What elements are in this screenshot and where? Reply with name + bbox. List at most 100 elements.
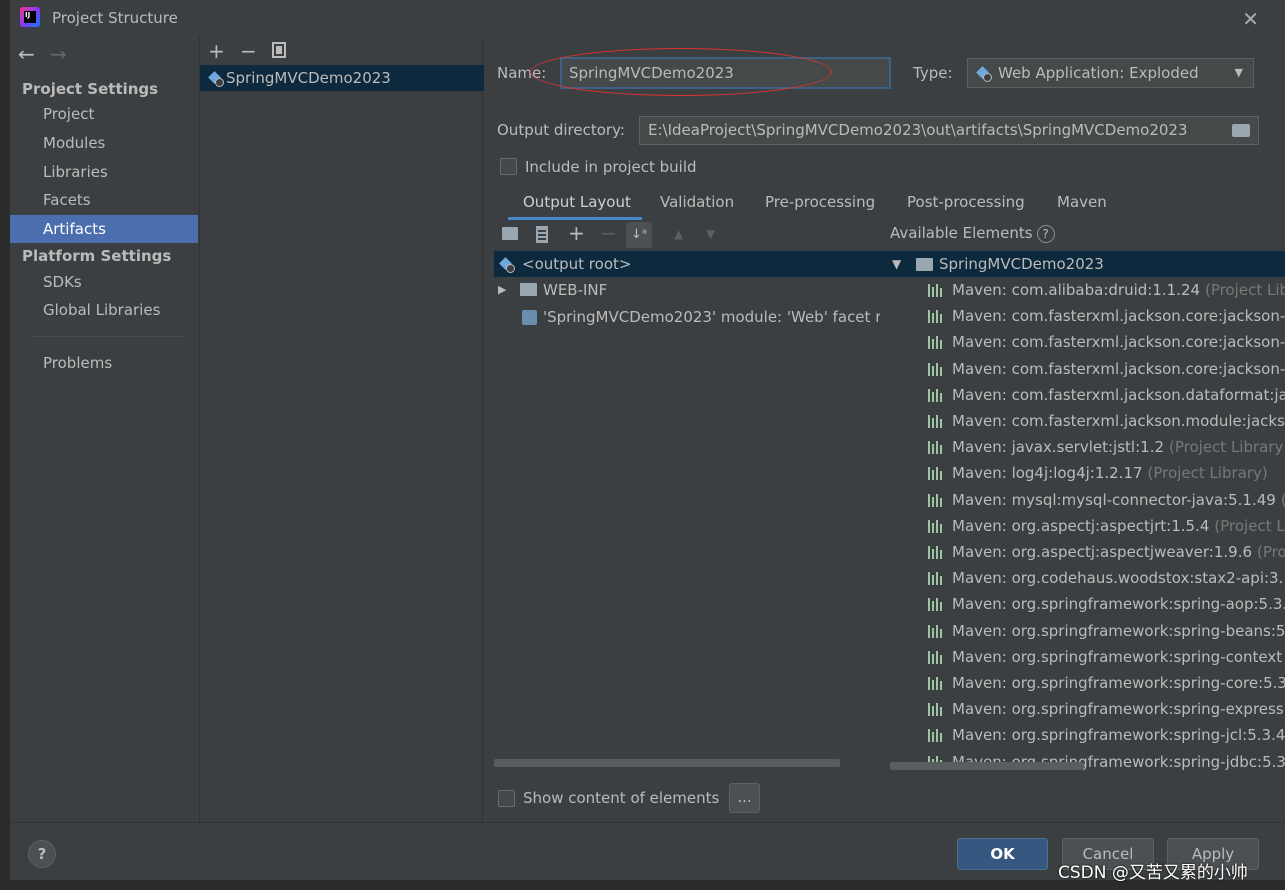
library-name: Maven: com.fasterxml.jackson.core:jackso… — [952, 307, 1285, 326]
library-icon — [928, 441, 945, 455]
module-folder-icon — [916, 258, 933, 271]
library-list-item[interactable]: Maven: com.fasterxml.jackson.module:jack… — [880, 408, 1285, 434]
output-root-icon — [498, 256, 515, 273]
layout-toolbar: + − ↓ᵃ ▲ ▼ — [494, 220, 880, 250]
add-icon[interactable]: + — [208, 39, 225, 63]
chevron-down-icon: ▼ — [1234, 66, 1243, 79]
output-dir-input[interactable]: E:\IdeaProject\SpringMVCDemo2023\out\art… — [639, 116, 1259, 145]
tab-pre-processing[interactable]: Pre-processing — [765, 193, 875, 211]
horizontal-scrollbar[interactable] — [890, 762, 1084, 770]
tree-row-web-inf[interactable]: ▶ WEB-INF — [494, 277, 880, 303]
library-icon — [928, 546, 945, 559]
collapse-arrow-icon[interactable]: ▼ — [892, 251, 901, 277]
nav-item-sdks[interactable]: SDKs — [10, 268, 198, 296]
sort-alphabetically-icon[interactable]: ↓ᵃ — [626, 222, 652, 248]
library-list-item[interactable]: Maven: org.springframework:spring-core:5… — [880, 670, 1285, 696]
nav-item-libraries[interactable]: Libraries — [10, 158, 198, 186]
help-icon[interactable]: ? — [1036, 224, 1055, 243]
library-list-item[interactable]: Maven: org.springframework:spring-expres… — [880, 696, 1285, 722]
move-down-icon[interactable]: ▼ — [706, 227, 715, 241]
include-build-label: Include in project build — [525, 158, 697, 176]
library-list-item[interactable]: Maven: org.aspectj:aspectjrt:1.5.4 (Proje… — [880, 513, 1285, 539]
nav-item-modules[interactable]: Modules — [10, 129, 198, 157]
remove-element-icon[interactable]: − — [600, 221, 617, 245]
more-options-button[interactable]: ... — [729, 783, 760, 813]
tab-output-layout[interactable]: Output Layout — [523, 193, 631, 211]
nav-item-artifacts[interactable]: Artifacts — [10, 215, 198, 243]
library-name: Maven: log4j:log4j:1.2.17 — [952, 464, 1143, 483]
tree-row-facet-resources[interactable]: 'SpringMVCDemo2023' module: 'Web' facet … — [494, 304, 880, 330]
library-list-item[interactable]: Maven: org.springframework:spring-jcl:5.… — [880, 722, 1285, 748]
library-icon — [928, 467, 945, 481]
nav-item-problems[interactable]: Problems — [10, 349, 198, 377]
library-list-item[interactable]: Maven: com.fasterxml.jackson.core:jackso… — [880, 303, 1285, 329]
watermark: CSDN @又苦又累的小帅 — [1058, 863, 1248, 883]
library-list-item[interactable]: Maven: mysql:mysql-connector-java:5.1.49… — [880, 487, 1285, 513]
library-list-item[interactable]: Maven: com.fasterxml.jackson.core:jackso… — [880, 329, 1285, 355]
name-input[interactable]: SpringMVCDemo2023 — [560, 57, 891, 89]
library-list-item[interactable]: Maven: javax.servlet:jstl:1.2 (Project Li… — [880, 434, 1285, 460]
library-list-item[interactable]: Maven: com.alibaba:druid:1.1.24 (Project … — [880, 277, 1285, 303]
library-label: Maven: org.codehaus.woodstox:stax2-api:3… — [952, 565, 1285, 591]
name-label: Name: — [497, 64, 547, 82]
library-list-item[interactable]: Maven: log4j:log4j:1.2.17 (Project Librar… — [880, 460, 1285, 486]
add-element-icon[interactable]: + — [568, 221, 585, 245]
tree-row-module-root[interactable]: ▼ SpringMVCDemo2023 — [880, 251, 1285, 277]
tab-post-processing[interactable]: Post-processing — [907, 193, 1025, 211]
tab-validation[interactable]: Validation — [660, 193, 734, 211]
web-facet-icon — [522, 310, 537, 325]
library-icon — [928, 624, 945, 638]
nav-item-facets[interactable]: Facets — [10, 186, 198, 214]
horizontal-scrollbar[interactable] — [494, 759, 840, 767]
library-list-item[interactable]: Maven: org.springframework:spring-beans:… — [880, 618, 1285, 644]
library-icon — [928, 519, 945, 533]
folder-icon[interactable] — [1232, 124, 1250, 137]
ok-button[interactable]: OK — [957, 838, 1048, 870]
back-arrow-icon[interactable]: ← — [18, 42, 35, 66]
library-label: Maven: org.springframework:spring-contex… — [952, 644, 1282, 670]
new-folder-icon[interactable] — [502, 227, 518, 240]
type-label: Type: — [913, 64, 953, 82]
library-label: Maven: javax.servlet:jstl:1.2 (Project Li… — [952, 434, 1285, 460]
copy-icon[interactable] — [272, 42, 286, 58]
web-app-icon — [975, 65, 992, 82]
nav-divider — [30, 336, 185, 337]
expand-arrow-icon[interactable]: ▶ — [498, 277, 506, 303]
output-layout-tree: <output root> ▶ WEB-INF 'SpringMVCDemo20… — [494, 251, 880, 761]
help-button[interactable]: ? — [28, 840, 56, 868]
library-name: Maven: com.fasterxml.jackson.core:jackso… — [952, 333, 1285, 352]
type-select[interactable]: Web Application: Exploded ▼ — [967, 58, 1254, 88]
library-icon — [928, 650, 945, 664]
archive-icon[interactable] — [536, 226, 548, 243]
library-icon — [928, 598, 945, 612]
library-name: Maven: org.codehaus.woodstox:stax2-api:3… — [952, 569, 1285, 588]
forward-arrow-icon[interactable]: → — [50, 42, 67, 66]
artifact-list-item[interactable]: SpringMVCDemo2023 — [200, 65, 484, 91]
artifact-list-panel: + − SpringMVCDemo2023 — [199, 36, 484, 822]
library-name: Maven: org.springframework:spring-aop:5.… — [952, 595, 1285, 614]
library-label: Maven: org.springframework:spring-jcl:5.… — [952, 722, 1285, 748]
library-list-item[interactable]: Maven: org.springframework:spring-aop:5.… — [880, 591, 1285, 617]
folder-icon — [520, 283, 537, 296]
library-list-item[interactable]: Maven: org.springframework:spring-contex… — [880, 644, 1285, 670]
show-content-checkbox[interactable] — [498, 790, 515, 807]
nav-item-project[interactable]: Project — [10, 100, 198, 128]
nav-item-global-libraries[interactable]: Global Libraries — [10, 296, 198, 324]
tree-row-output-root[interactable]: <output root> — [494, 251, 880, 277]
tab-maven[interactable]: Maven — [1057, 193, 1107, 211]
library-scope: (Project Li — [1214, 516, 1285, 535]
title-bar: IJ Project Structure ✕ — [10, 0, 1285, 36]
library-label: Maven: org.springframework:spring-core:5… — [952, 670, 1285, 696]
library-list-item[interactable]: Maven: com.fasterxml.jackson.core:jackso… — [880, 356, 1285, 382]
tree-label: WEB-INF — [543, 281, 608, 299]
library-list-item[interactable]: Maven: org.codehaus.woodstox:stax2-api:3… — [880, 565, 1285, 591]
remove-icon[interactable]: − — [240, 39, 257, 63]
window-title: Project Structure — [52, 9, 178, 27]
library-list-item[interactable]: Maven: com.fasterxml.jackson.dataformat:… — [880, 382, 1285, 408]
include-build-checkbox[interactable] — [500, 158, 517, 175]
library-label: Maven: org.springframework:spring-aop:5.… — [952, 591, 1285, 617]
output-dir-label: Output directory: — [497, 121, 625, 139]
move-up-icon[interactable]: ▲ — [674, 227, 683, 241]
close-icon[interactable]: ✕ — [1242, 7, 1259, 31]
library-list-item[interactable]: Maven: org.aspectj:aspectjweaver:1.9.6 (P… — [880, 539, 1285, 565]
